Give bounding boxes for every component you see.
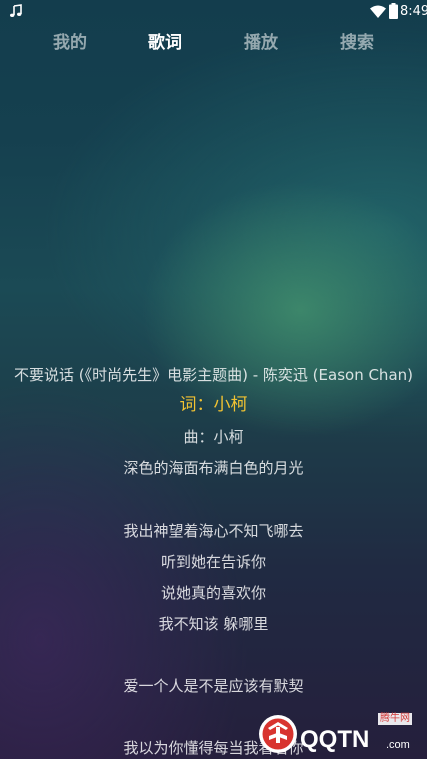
watermark-brand: QQTN — [300, 726, 370, 753]
lyric-current-line: 词：小柯 — [179, 395, 248, 415]
tab-search[interactable]: 搜索 — [317, 32, 397, 54]
tab-mine[interactable]: 我的 — [30, 32, 110, 54]
lyric-line: 我出神望着海心不知飞哪去 — [123, 522, 304, 540]
lyric-title-line: 不要说话 (《时尚先生》电影主题曲) - 陈奕迅 (Eason Chan) — [13, 366, 413, 384]
lyric-line: 曲：小柯 — [183, 428, 244, 446]
lyric-line: 说她真的喜欢你 — [160, 584, 266, 602]
lyric-line: 爱一个人是不是应该有默契 — [123, 677, 304, 695]
tab-lyrics[interactable]: 歌词 — [125, 32, 205, 54]
lyric-line: 深色的海面布满白色的月光 — [123, 459, 304, 477]
watermark: 腾牛网 QQTN .com — [258, 712, 424, 756]
lyric-line: 听到她在告诉你 — [160, 553, 266, 571]
battery-icon — [389, 3, 398, 19]
lyric-line: 我不知该 躲哪里 — [158, 615, 269, 633]
qqtn-logo-icon — [259, 715, 297, 753]
watermark-domain: .com — [386, 739, 410, 751]
music-note-icon — [10, 4, 22, 17]
tab-bar: 我的 歌词 播放 搜索 — [0, 24, 427, 62]
wifi-icon — [370, 5, 386, 18]
watermark-site-name: 腾牛网 — [378, 713, 412, 725]
status-time: 8:49 — [400, 4, 427, 19]
tab-playing[interactable]: 播放 — [221, 32, 301, 54]
status-bar: 8:49 — [0, 0, 427, 24]
